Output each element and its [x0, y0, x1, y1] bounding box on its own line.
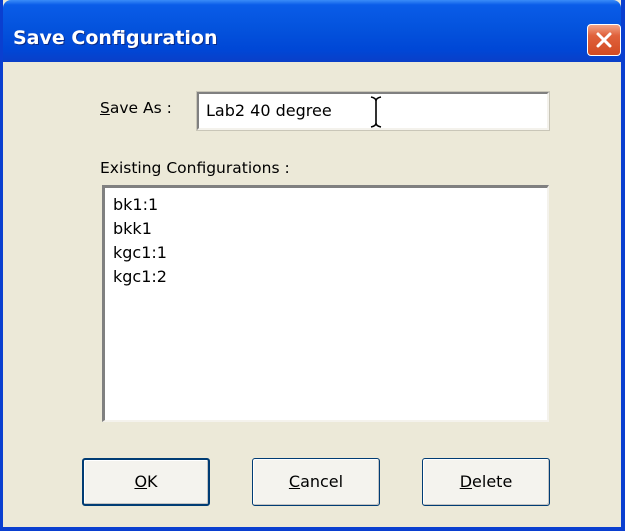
title-bar[interactable]: Save Configuration: [3, 0, 621, 62]
ok-button[interactable]: OK: [82, 458, 210, 506]
list-item[interactable]: bkk1: [113, 217, 152, 241]
save-as-label: Save As :: [100, 99, 172, 117]
list-item[interactable]: kgc1:1: [113, 241, 167, 265]
configurations-listbox[interactable]: bk1:1 bkk1 kgc1:1 kgc1:2: [102, 185, 549, 422]
cancel-button[interactable]: Cancel: [252, 458, 380, 506]
close-icon: [596, 32, 612, 48]
save-configuration-dialog: Save Configuration Save As : Lab2 40 deg…: [0, 0, 625, 531]
delete-button[interactable]: Delete: [422, 458, 550, 506]
existing-configurations-label: Existing Configurations :: [100, 159, 290, 177]
window-title: Save Configuration: [13, 27, 218, 49]
list-item[interactable]: bk1:1: [113, 193, 158, 217]
save-as-value: Lab2 40 degree: [206, 101, 332, 120]
text-cursor-icon: [370, 96, 382, 128]
list-item[interactable]: kgc1:2: [113, 265, 167, 289]
close-button[interactable]: [587, 24, 621, 56]
